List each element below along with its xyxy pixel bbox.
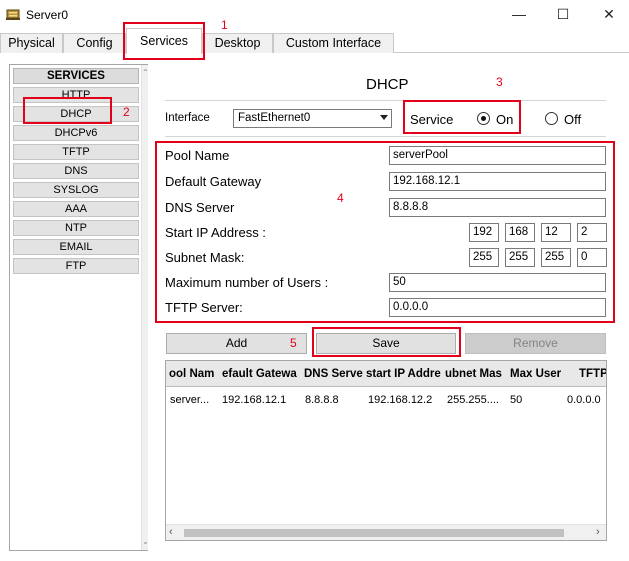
maximize-button[interactable]: ☐: [552, 4, 574, 24]
service-item-ftp[interactable]: FTP: [13, 258, 139, 274]
close-button[interactable]: ✕: [598, 4, 620, 24]
service-off-label: Off: [564, 112, 582, 127]
tab-desktop[interactable]: Desktop: [202, 33, 273, 53]
title-bar: [0, 0, 629, 30]
add-button[interactable]: Add: [166, 333, 307, 354]
services-scrollbar[interactable]: ⌃ ⌄: [141, 65, 149, 550]
tab-custom-interface[interactable]: Custom Interface: [273, 33, 394, 53]
annotation-box-dhcp-item: [23, 97, 112, 124]
separator: [165, 100, 606, 101]
cell-default-gateway: 192.168.12.1: [222, 394, 287, 406]
dhcp-pool-table: ool Nam efault Gatewa DNS Serve start IP…: [165, 360, 607, 541]
service-item-dhcpv6[interactable]: DHCPv6: [13, 125, 139, 141]
col-pool-name[interactable]: ool Nam: [169, 361, 219, 387]
scroll-left-icon[interactable]: ‹: [169, 526, 173, 538]
minimize-button[interactable]: —: [508, 4, 530, 24]
cell-max-users: 50: [510, 394, 523, 406]
scrollbar-thumb[interactable]: [184, 529, 564, 537]
interface-value: FastEthernet0: [238, 112, 311, 124]
tab-services[interactable]: Services: [126, 28, 202, 54]
interface-select[interactable]: FastEthernet0: [233, 109, 392, 128]
service-item-dns[interactable]: DNS: [13, 163, 139, 179]
service-item-tftp[interactable]: TFTP: [13, 144, 139, 160]
annotation-box-service-on: [403, 100, 521, 134]
separator: [165, 136, 606, 137]
service-item-aaa[interactable]: AAA: [13, 201, 139, 217]
server-app-icon: [6, 7, 20, 21]
service-item-ntp[interactable]: NTP: [13, 220, 139, 236]
services-header: SERVICES: [13, 68, 139, 84]
service-item-email[interactable]: EMAIL: [13, 239, 139, 255]
annotation-box-save-button: [312, 327, 461, 357]
tab-config[interactable]: Config: [63, 33, 126, 53]
annotation-number: 5: [290, 336, 297, 350]
cell-subnet-mask: 255.255....: [447, 394, 499, 406]
cell-start-ip: 192.168.12.2: [368, 394, 433, 406]
cell-tftp: 0.0.0.0: [567, 394, 601, 406]
col-tftp[interactable]: TFTP: [579, 361, 606, 387]
dhcp-title: DHCP: [366, 76, 409, 93]
cell-dns-server: 8.8.8.8: [305, 394, 339, 406]
service-item-syslog[interactable]: SYSLOG: [13, 182, 139, 198]
col-max-users[interactable]: Max User: [510, 361, 566, 387]
annotation-number: 1: [221, 18, 228, 32]
annotation-number: 4: [337, 191, 344, 205]
col-subnet-mask[interactable]: ubnet Mas: [445, 361, 505, 387]
table-header-row: ool Nam efault Gatewa DNS Serve start IP…: [166, 361, 606, 387]
annotation-box-dhcp-fields: [155, 141, 615, 323]
col-start-ip[interactable]: start IP Addre: [366, 361, 442, 387]
col-default-gateway[interactable]: efault Gatewa: [222, 361, 301, 387]
remove-button[interactable]: Remove: [465, 333, 606, 354]
scroll-up-icon[interactable]: ⌃: [142, 68, 149, 77]
table-horizontal-scrollbar[interactable]: ‹ ›: [166, 524, 606, 540]
cell-pool-name: server...: [170, 394, 210, 406]
col-dns-server[interactable]: DNS Serve: [304, 361, 363, 387]
services-list-panel: SERVICES HTTP DHCP DHCPv6 TFTP DNS SYSLO…: [9, 64, 149, 551]
chevron-down-icon: [380, 115, 388, 120]
window-title: Server0: [26, 8, 69, 22]
annotation-number: 2: [123, 105, 130, 119]
service-off-radio[interactable]: [545, 112, 558, 125]
annotation-number: 3: [496, 75, 503, 89]
interface-label: Interface: [165, 112, 210, 124]
scroll-right-icon[interactable]: ›: [596, 526, 600, 538]
scroll-down-icon[interactable]: ⌄: [142, 537, 149, 546]
tab-physical[interactable]: Physical: [0, 33, 63, 53]
